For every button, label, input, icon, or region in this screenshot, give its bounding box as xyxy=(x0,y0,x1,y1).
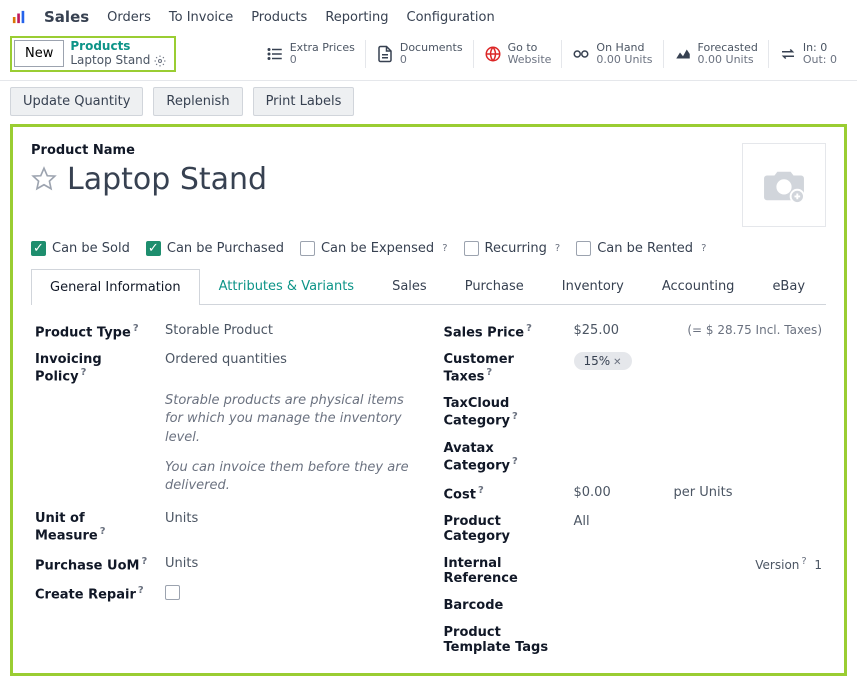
print-labels-button[interactable]: Print Labels xyxy=(253,87,355,116)
right-column: Sales Price? $25.00 (= $ 28.75 Incl. Tax… xyxy=(444,323,823,656)
nav-orders[interactable]: Orders xyxy=(107,10,151,25)
checkbox-recurring[interactable]: Recurring? xyxy=(464,241,561,256)
create-repair-checkbox[interactable] xyxy=(165,585,180,600)
gear-icon[interactable] xyxy=(154,55,166,67)
stat-documents[interactable]: Documents0 xyxy=(365,40,473,68)
breadcrumb-current: Laptop Stand xyxy=(70,54,150,68)
remove-tag-icon[interactable]: ✕ xyxy=(613,357,621,368)
help-icon[interactable]: ? xyxy=(442,243,447,254)
stat-buttons: Extra Prices0 Documents0 Go toWebsite On… xyxy=(256,40,847,68)
tab-sales[interactable]: Sales xyxy=(373,268,446,304)
camera-plus-icon xyxy=(761,166,807,204)
tab-ebay[interactable]: eBay xyxy=(753,268,824,304)
field-product-type: Product Type? Storable Product xyxy=(35,323,414,340)
checkbox-row: ✓ Can be Sold ✓ Can be Purchased Can be Expe… xyxy=(31,241,826,256)
field-create-repair: Create Repair? xyxy=(35,585,414,604)
globe-icon xyxy=(484,45,502,63)
checkbox-box[interactable]: ✓ xyxy=(146,241,161,256)
checkbox-label: Recurring xyxy=(485,241,547,256)
tab-accounting[interactable]: Accounting xyxy=(643,268,754,304)
field-internal-reference: Internal Reference Version? 1 xyxy=(444,556,823,586)
field-taxcloud: TaxCloud Category? xyxy=(444,396,823,428)
nav-reporting[interactable]: Reporting xyxy=(325,10,388,25)
chart-icon xyxy=(674,45,692,63)
checkbox-label: Can be Rented xyxy=(597,241,693,256)
tab-attributes-variants[interactable]: Attributes & Variants xyxy=(200,268,373,304)
stat-extra-prices[interactable]: Extra Prices0 xyxy=(256,40,365,68)
checkbox-label: Can be Expensed xyxy=(321,241,434,256)
help-icon[interactable]: ? xyxy=(701,243,706,254)
tab-inventory[interactable]: Inventory xyxy=(543,268,643,304)
breadcrumb-box: New Products Laptop Stand xyxy=(10,36,176,72)
checkbox-box[interactable]: ✓ xyxy=(31,241,46,256)
app-logo-icon xyxy=(12,10,26,24)
hint-storable: Storable products are physical items for… xyxy=(165,392,414,447)
nav-configuration[interactable]: Configuration xyxy=(407,10,495,25)
hint-invoice: You can invoice them before they are del… xyxy=(165,459,414,495)
tab-bar: General Information Attributes & Variant… xyxy=(31,268,826,305)
checkbox-box[interactable] xyxy=(464,241,479,256)
checkbox-box[interactable] xyxy=(300,241,315,256)
main-nav: Sales Orders To Invoice Products Reporti… xyxy=(0,0,857,32)
checkbox-label: Can be Purchased xyxy=(167,241,284,256)
stat-on-hand[interactable]: On Hand0.00 Units xyxy=(561,40,662,68)
checkbox-can-be-rented[interactable]: Can be Rented? xyxy=(576,241,706,256)
stat-go-to-website[interactable]: Go toWebsite xyxy=(473,40,562,68)
product-image-placeholder[interactable] xyxy=(742,143,826,227)
help-icon[interactable]: ? xyxy=(555,243,560,254)
action-bar: Update Quantity Replenish Print Labels xyxy=(10,87,847,116)
field-invoicing-policy: Invoicing Policy? Ordered quantities xyxy=(35,352,414,384)
replenish-button[interactable]: Replenish xyxy=(153,87,242,116)
stat-in-out[interactable]: In: 0Out: 0 xyxy=(768,40,847,68)
checkbox-can-be-expensed[interactable]: Can be Expensed? xyxy=(300,241,448,256)
field-purchase-uom: Purchase UoM? Units xyxy=(35,556,414,573)
field-uom: Unit of Measure? Units xyxy=(35,511,414,543)
field-product-category: Product Category All xyxy=(444,514,823,544)
field-barcode: Barcode xyxy=(444,598,823,613)
field-template-tags: Product Template Tags xyxy=(444,625,823,655)
document-icon xyxy=(376,45,394,63)
update-quantity-button[interactable]: Update Quantity xyxy=(10,87,143,116)
nav-to-invoice[interactable]: To Invoice xyxy=(169,10,233,25)
tax-tag[interactable]: 15%✕ xyxy=(574,352,632,370)
field-avatax: Avatax Category? xyxy=(444,441,823,473)
new-button[interactable]: New xyxy=(14,40,64,67)
field-customer-taxes: Customer Taxes? 15%✕ xyxy=(444,352,823,384)
left-column: Product Type? Storable Product Invoicing… xyxy=(35,323,414,656)
stat-forecasted[interactable]: Forecasted0.00 Units xyxy=(663,40,768,68)
nav-products[interactable]: Products xyxy=(251,10,307,25)
control-row: New Products Laptop Stand Extra Prices0 … xyxy=(0,32,857,81)
product-title[interactable]: Laptop Stand xyxy=(67,162,267,197)
product-form: Product Name Laptop Stand ✓ Can be Sold ✓ C… xyxy=(10,124,847,677)
checkbox-box[interactable] xyxy=(576,241,591,256)
product-name-label: Product Name xyxy=(31,143,742,158)
field-sales-price: Sales Price? $25.00 (= $ 28.75 Incl. Tax… xyxy=(444,323,823,340)
tab-purchase[interactable]: Purchase xyxy=(446,268,543,304)
checkbox-can-be-sold[interactable]: ✓ Can be Sold xyxy=(31,241,130,256)
checkbox-can-be-purchased[interactable]: ✓ Can be Purchased xyxy=(146,241,284,256)
tab-general-information[interactable]: General Information xyxy=(31,269,200,305)
module-name[interactable]: Sales xyxy=(44,8,89,26)
link-icon xyxy=(572,45,590,63)
swap-icon xyxy=(779,45,797,63)
checkbox-label: Can be Sold xyxy=(52,241,130,256)
breadcrumb-parent[interactable]: Products xyxy=(70,40,166,54)
favorite-star-icon[interactable] xyxy=(31,166,57,192)
field-cost: Cost? $0.00 per Units xyxy=(444,485,823,502)
list-icon xyxy=(266,45,284,63)
